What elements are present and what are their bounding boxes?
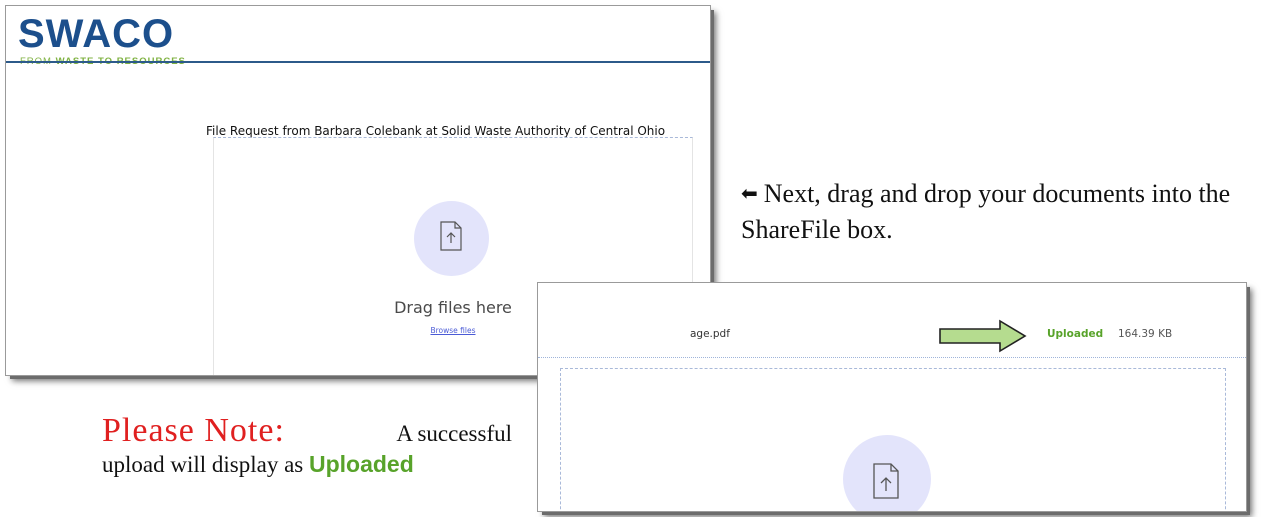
file-size: 164.39 KB — [1118, 328, 1173, 340]
instruction-body: Next, drag and drop your documents into … — [741, 179, 1231, 244]
logo-wordmark: SWACO — [18, 12, 175, 56]
browse-files-link[interactable]: Browse files — [406, 326, 500, 335]
uploaded-file-name: age.pdf — [690, 328, 730, 340]
instruction-text: ⬅ Next, drag and drop your documents into… — [741, 176, 1246, 248]
note-label: Please Note: — [102, 412, 285, 449]
upload-status-screenshot: age.pdf Uploaded 164.39 KB — [538, 283, 1246, 511]
note-text-2: upload will display as — [102, 452, 304, 477]
left-arrow-icon: ⬅ — [741, 183, 758, 205]
upload-status-badge: Uploaded — [1047, 328, 1104, 340]
note-uploaded-word: Uploaded — [308, 451, 414, 477]
row-divider — [538, 357, 1246, 358]
please-note: Please Note: A successful upload will di… — [102, 412, 512, 480]
upload-file-icon[interactable] — [414, 201, 489, 276]
request-title: File Request from Barbara Colebank at So… — [206, 124, 666, 138]
header-divider — [6, 61, 710, 63]
note-text-1: A successful — [396, 421, 512, 446]
drag-files-label: Drag files here — [394, 298, 512, 317]
green-right-arrow-icon — [939, 319, 1027, 353]
